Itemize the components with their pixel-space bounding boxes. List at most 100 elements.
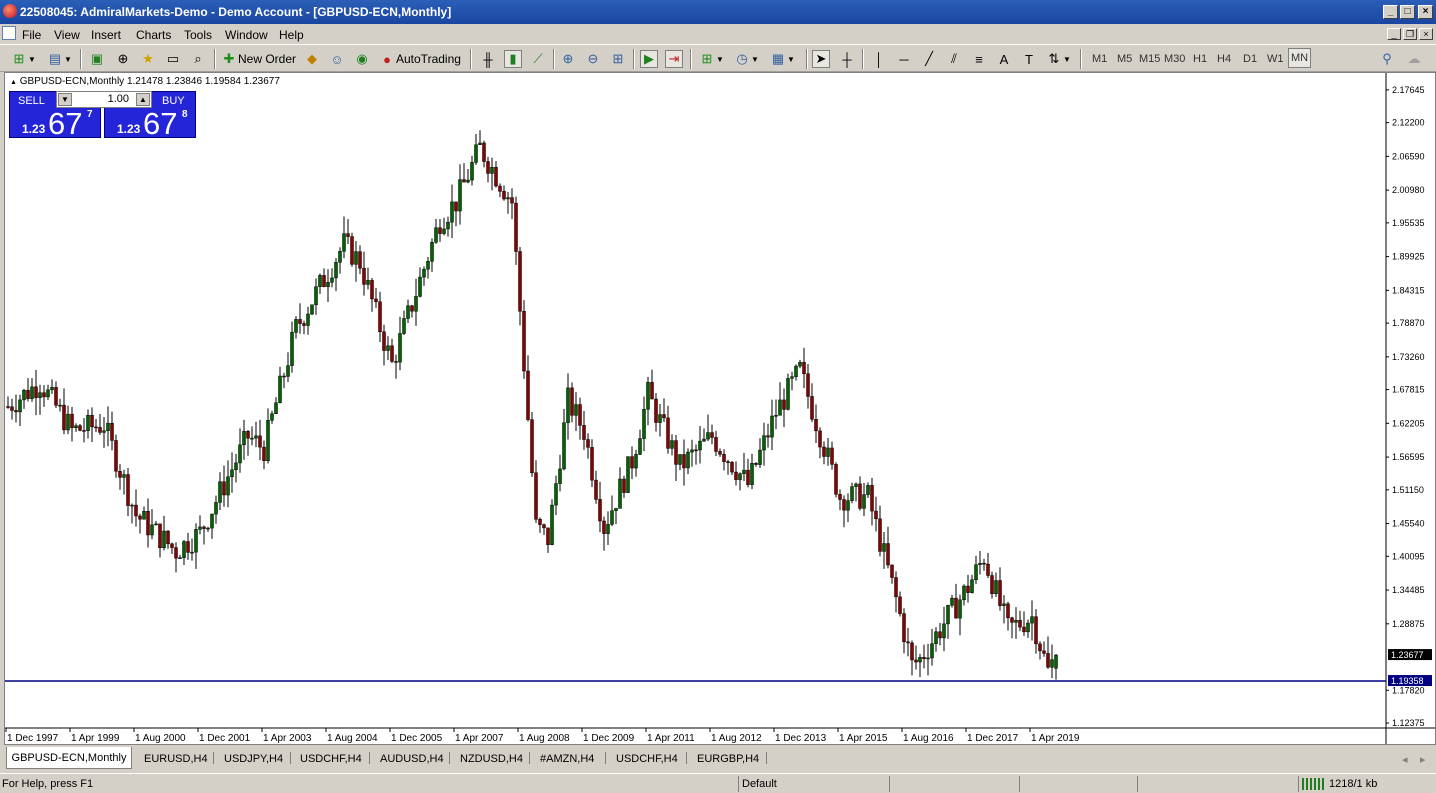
arrows-button[interactable]: ⇅ ▼ [1045, 49, 1071, 69]
chart-window[interactable]: 2.17645 2.12200 2.06590 2.00980 1.95535 1.899… [4, 72, 1436, 745]
chart-window-icon[interactable] [2, 26, 16, 40]
tab-usdchf-h4[interactable]: USDCHF,H4 [300, 750, 362, 768]
bar-chart-button[interactable]: ╫ [479, 49, 497, 69]
lot-size-value[interactable]: 1.00 [108, 93, 129, 105]
crosshair-button[interactable]: ┼ [838, 49, 856, 69]
chart-shift-button[interactable]: ⇥ [665, 49, 683, 69]
equidistant-channel-button[interactable]: ⫽ [945, 49, 963, 69]
lot-size-field[interactable]: ▼ 1.00 ▲ [56, 91, 152, 108]
timeframe-m1[interactable]: M1 [1092, 53, 1107, 65]
signals-button[interactable]: ◉ [353, 49, 371, 69]
candle-body [966, 585, 970, 593]
candle-body [98, 427, 102, 433]
candle-body [106, 422, 110, 432]
child-minimize-button[interactable]: _ [1387, 28, 1401, 40]
strategy-tester-button[interactable]: ⌕ [189, 49, 207, 69]
candle-body [618, 478, 622, 509]
timeframe-w1[interactable]: W1 [1267, 53, 1284, 65]
timeframe-h4[interactable]: H4 [1217, 53, 1231, 65]
autotrading-label: AutoTrading [396, 52, 461, 66]
cursor-arrow-icon: ➤ [812, 50, 830, 68]
tab-audusd-h4[interactable]: AUDUSD,H4 [380, 750, 444, 768]
lot-increase-button[interactable]: ▲ [136, 93, 150, 106]
zoom-out-button[interactable]: ⊖ [584, 49, 602, 69]
candle-body [942, 623, 946, 639]
text-button[interactable]: A [995, 49, 1013, 69]
timeframe-m15[interactable]: M15 [1139, 53, 1160, 65]
new-chart-button[interactable]: ⊞ ▼ [10, 49, 36, 69]
close-button[interactable]: × [1418, 5, 1433, 19]
maximize-button[interactable]: □ [1400, 5, 1415, 19]
tab-usdchf-h4-2[interactable]: USDCHF,H4 [616, 750, 678, 768]
candlestick-icon: ▮ [504, 50, 522, 68]
timeframe-m5[interactable]: M5 [1117, 53, 1132, 65]
menu-file[interactable]: File [22, 28, 41, 42]
timeframe-d1[interactable]: D1 [1243, 53, 1257, 65]
tabs-scroll-right-icon[interactable]: ▸ [1420, 750, 1426, 768]
templates-button[interactable]: ▦ ▼ [769, 49, 795, 69]
candle-body [602, 520, 606, 534]
child-close-button[interactable]: × [1419, 28, 1433, 40]
tab-amzn-h4[interactable]: #AMZN,H4 [540, 750, 594, 768]
tab-usdjpy-h4[interactable]: USDJPY,H4 [224, 750, 283, 768]
candle-body [470, 162, 474, 181]
fibonacci-button[interactable]: ≡ [970, 49, 988, 69]
text-label-button[interactable]: T [1020, 49, 1038, 69]
terminal-button[interactable]: ▭ [164, 49, 182, 69]
menu-charts[interactable]: Charts [136, 28, 171, 42]
metaeditor-button[interactable]: ◆ [303, 49, 321, 69]
menu-view[interactable]: View [54, 28, 80, 42]
toolbar-separator [806, 49, 808, 69]
tabs-scroll-left-icon[interactable]: ◂ [1402, 750, 1408, 768]
price-tick-label: 1.45540 [1392, 519, 1425, 529]
candle-body [834, 464, 838, 495]
timeframe-mn[interactable]: MN [1288, 48, 1312, 68]
axis-group: 2.17645 2.12200 2.06590 2.00980 1.95535 1.899… [5, 73, 1435, 744]
cursor-button[interactable]: ➤ [812, 49, 830, 69]
candle-body [978, 562, 982, 565]
price-chart[interactable]: 2.17645 2.12200 2.06590 2.00980 1.95535 1.899… [5, 73, 1435, 744]
chart-collapse-triangle-icon[interactable]: ▲ [10, 79, 17, 86]
minimize-button[interactable]: _ [1383, 5, 1398, 19]
data-window-button[interactable]: ⊕ [114, 49, 132, 69]
tab-eurgbp-h4[interactable]: EURGBP,H4 [697, 750, 759, 768]
tab-nzdusd-h4[interactable]: NZDUSD,H4 [460, 750, 523, 768]
trendline-button[interactable]: ╱ [920, 49, 938, 69]
auto-scroll-button[interactable]: ▶ [640, 49, 658, 69]
one-click-trading-panel: SELL 1.23 67 7 BUY 1.23 67 8 ▼ 1.00 ▲ [9, 91, 196, 141]
candle-body [814, 419, 818, 432]
chat-button[interactable]: ☁ [1405, 49, 1423, 69]
navigator-button[interactable]: ★ [139, 49, 157, 69]
menu-window[interactable]: Window [225, 28, 268, 42]
vertical-line-button[interactable]: │ [870, 49, 888, 69]
community-button[interactable]: ☺ [328, 49, 346, 69]
child-restore-button[interactable]: ❐ [1403, 28, 1417, 40]
zoom-in-button[interactable]: ⊕ [559, 49, 577, 69]
periodicity-button[interactable]: ◷ ▼ [733, 49, 759, 69]
menu-insert[interactable]: Insert [91, 28, 121, 42]
horizontal-line-button[interactable]: ─ [895, 49, 913, 69]
candle-body [758, 449, 762, 465]
timeframe-h1[interactable]: H1 [1193, 53, 1207, 65]
candle-body [1018, 619, 1022, 628]
price-tick-label: 2.00980 [1392, 185, 1425, 195]
tab-eurusd-h4[interactable]: EURUSD,H4 [144, 750, 208, 768]
candle-body [806, 373, 810, 397]
candle-body [258, 435, 262, 448]
lot-decrease-button[interactable]: ▼ [58, 93, 72, 106]
menu-help[interactable]: Help [279, 28, 304, 42]
timeframe-m30[interactable]: M30 [1164, 53, 1185, 65]
tab-gbpusd-ecn-monthly[interactable]: GBPUSD-ECN,Monthly [6, 747, 132, 769]
price-tick-label: 2.06590 [1392, 151, 1425, 161]
menu-tools[interactable]: Tools [184, 28, 212, 42]
indicators-button[interactable]: ⊞ ▼ [698, 49, 724, 69]
market-watch-button[interactable]: ▣ [88, 49, 106, 69]
search-button[interactable]: ⚲ [1378, 49, 1396, 69]
tile-windows-button[interactable]: ⊞ [609, 49, 627, 69]
new-order-button[interactable]: ✚ New Order [220, 49, 296, 69]
candlestick-chart-button[interactable]: ▮ [504, 49, 522, 69]
candle-body [1006, 603, 1010, 619]
profiles-button[interactable]: ▤ ▼ [46, 49, 72, 69]
line-chart-button[interactable]: ⟋ [529, 49, 547, 69]
autotrading-button[interactable]: ● AutoTrading [378, 49, 461, 69]
